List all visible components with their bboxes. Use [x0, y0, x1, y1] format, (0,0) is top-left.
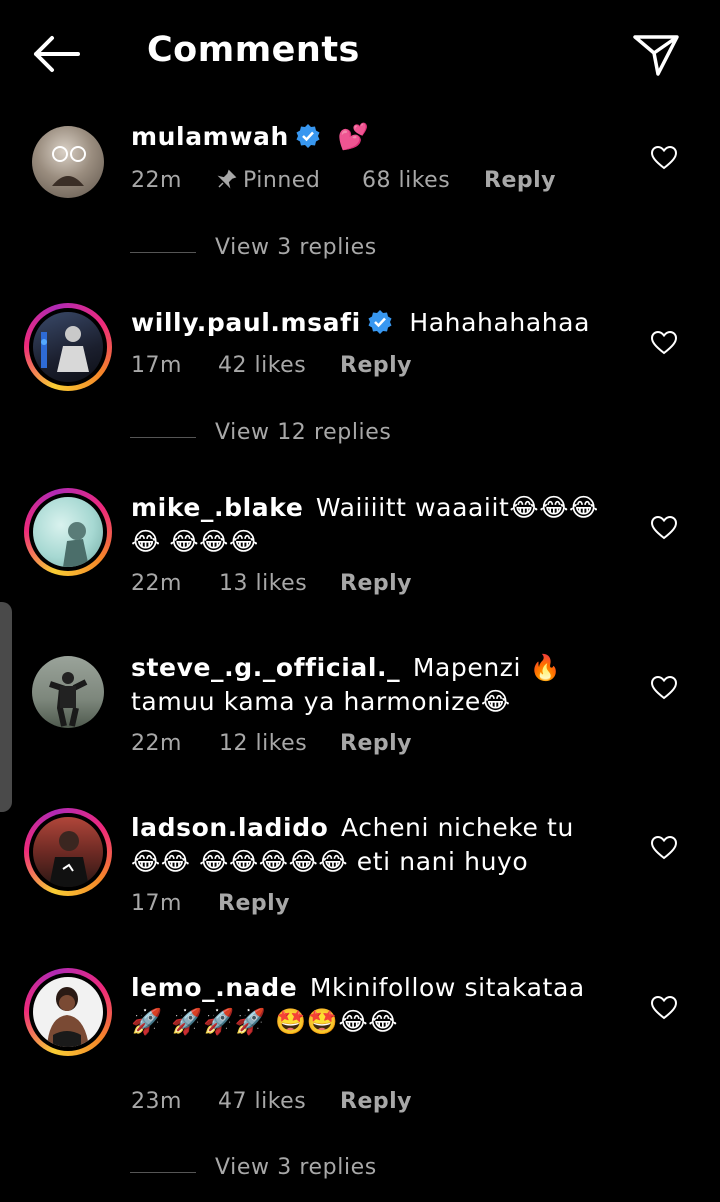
heart-icon[interactable] [651, 676, 677, 700]
view-replies-label[interactable]: View 12 replies [215, 420, 391, 445]
send-icon[interactable] [632, 33, 680, 77]
verified-badge-icon [368, 310, 392, 334]
comment-username[interactable]: willy.paul.msafi [131, 308, 361, 337]
comment-text: 💕 [337, 122, 370, 151]
comment-text: Hahahahahaa [409, 308, 591, 337]
reply-button[interactable]: Reply [340, 571, 412, 596]
heart-icon[interactable] [651, 516, 677, 540]
likes-count[interactable]: 12 likes [219, 731, 307, 756]
avatar[interactable] [24, 118, 112, 206]
comment-time: 22m [131, 731, 182, 756]
avatar[interactable] [24, 968, 112, 1056]
comment-time: 17m [131, 891, 182, 916]
reply-button[interactable]: Reply [340, 731, 412, 756]
reply-button[interactable]: Reply [340, 353, 412, 378]
comment-time: 22m [131, 168, 182, 193]
view-replies[interactable]: View 3 replies [130, 235, 530, 269]
likes-count[interactable]: 47 likes [218, 1089, 306, 1114]
pinned-indicator: Pinned [217, 168, 320, 193]
view-replies-label[interactable]: View 3 replies [215, 235, 377, 260]
avatar[interactable] [24, 303, 112, 391]
avatar[interactable] [24, 488, 112, 576]
comment-username[interactable]: steve_.g._official._ [131, 653, 400, 682]
comment-username[interactable]: lemo_.nade [131, 973, 297, 1002]
pin-icon [217, 169, 237, 189]
heart-icon[interactable] [651, 836, 677, 860]
comment-time: 17m [131, 353, 182, 378]
top-bar: Comments [0, 0, 720, 108]
comment-username[interactable]: mulamwah [131, 122, 289, 151]
reply-button[interactable]: Reply [218, 891, 290, 916]
back-arrow-icon[interactable] [30, 34, 82, 74]
likes-count[interactable]: 42 likes [218, 353, 306, 378]
reply-button[interactable]: Reply [340, 1089, 412, 1114]
view-replies-label[interactable]: View 3 replies [215, 1155, 377, 1180]
side-handle[interactable] [0, 602, 12, 812]
page-title: Comments [147, 30, 360, 70]
comment-time: 23m [131, 1089, 182, 1114]
verified-badge-icon [296, 124, 320, 148]
view-replies[interactable]: View 3 replies [130, 1155, 530, 1189]
heart-icon[interactable] [651, 996, 677, 1020]
likes-count[interactable]: 68 likes [362, 168, 450, 193]
comment-username[interactable]: mike_.blake [131, 493, 303, 522]
likes-count[interactable]: 13 likes [219, 571, 307, 596]
heart-icon[interactable] [651, 146, 677, 170]
view-replies[interactable]: View 12 replies [130, 420, 530, 454]
comment-time: 22m [131, 571, 182, 596]
comment-username[interactable]: ladson.ladido [131, 813, 328, 842]
avatar[interactable] [24, 808, 112, 896]
heart-icon[interactable] [651, 331, 677, 355]
reply-button[interactable]: Reply [484, 168, 556, 193]
avatar[interactable] [24, 648, 112, 736]
